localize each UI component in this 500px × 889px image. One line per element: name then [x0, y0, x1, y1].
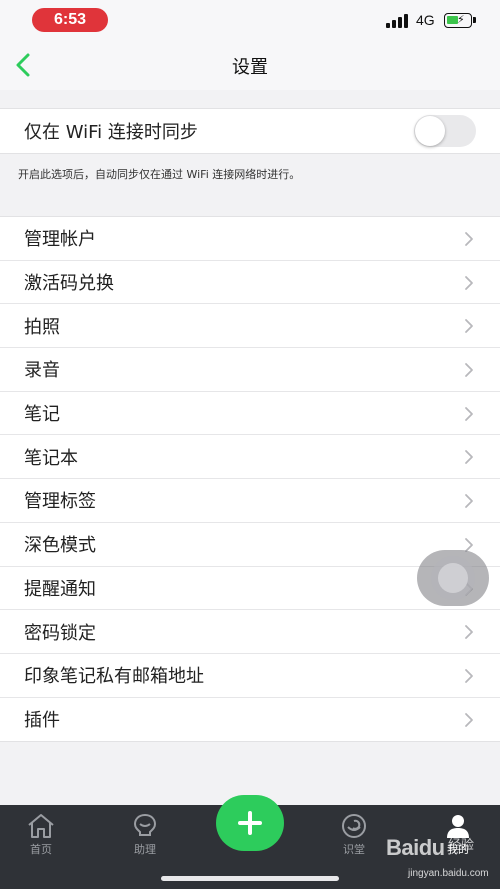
- settings-row-label: 密码锁定: [24, 622, 96, 644]
- add-note-button[interactable]: [216, 795, 284, 851]
- tab-assistant[interactable]: 助理: [115, 813, 175, 857]
- settings-row[interactable]: 插件: [0, 698, 500, 742]
- settings-row[interactable]: 笔记本: [0, 435, 500, 480]
- settings-row[interactable]: 密码锁定: [0, 610, 500, 654]
- home-indicator[interactable]: [161, 876, 339, 881]
- tab-assistant-label: 助理: [134, 843, 156, 856]
- status-bar: 6:53 4G ⚡: [0, 0, 500, 40]
- baidu-watermark-url: jingyan.baidu.com: [408, 868, 489, 879]
- chevron-right-icon: [465, 232, 473, 246]
- settings-row[interactable]: 激活码兑换: [0, 261, 500, 305]
- settings-row-label: 深色模式: [24, 535, 96, 557]
- chevron-right-icon: [465, 363, 473, 377]
- tab-learning[interactable]: 识堂: [324, 813, 384, 857]
- settings-row[interactable]: 管理标签: [0, 479, 500, 523]
- toggle-knob: [415, 116, 445, 146]
- chevron-right-icon: [465, 494, 473, 509]
- settings-row-label: 管理标签: [24, 491, 96, 513]
- settings-row-label: 笔记: [24, 404, 60, 426]
- settings-row[interactable]: 笔记: [0, 392, 500, 436]
- chevron-right-icon: [465, 450, 473, 465]
- settings-row-label: 印象笔记私有邮箱地址: [24, 666, 204, 688]
- chevron-right-icon: [465, 712, 473, 727]
- chevron-right-icon: [465, 319, 473, 334]
- settings-row[interactable]: 管理帐户: [0, 217, 500, 261]
- assistive-touch-button[interactable]: [417, 550, 489, 606]
- learning-icon: [342, 814, 366, 838]
- tab-home-label: 首页: [30, 843, 52, 856]
- settings-row-label: 激活码兑换: [24, 273, 114, 295]
- settings-row-label: 笔记本: [24, 447, 78, 469]
- cellular-signal-icon: [386, 14, 412, 28]
- wifi-sync-hint: 开启此选项后，自动同步仅在通过 WiFi 连接网络时进行。: [18, 168, 301, 181]
- nav-bar: 设置: [0, 40, 500, 90]
- settings-row[interactable]: 录音: [0, 348, 500, 392]
- settings-row-label: 管理帐户: [24, 229, 96, 251]
- baidu-watermark-logo: Baidu: [386, 835, 445, 860]
- status-time[interactable]: 6:53: [32, 8, 108, 32]
- wifi-sync-label: 仅在 WiFi 连接时同步: [24, 121, 198, 143]
- baidu-watermark-suffix: 经验: [448, 838, 475, 853]
- battery-icon: ⚡: [444, 13, 476, 28]
- page-title: 设置: [232, 57, 268, 78]
- home-icon: [28, 814, 54, 838]
- plus-icon: [238, 811, 262, 835]
- wifi-sync-row: 仅在 WiFi 连接时同步: [0, 109, 500, 153]
- settings-row-label: 提醒通知: [24, 578, 96, 600]
- settings-row[interactable]: 印象笔记私有邮箱地址: [0, 654, 500, 698]
- settings-list: 管理帐户激活码兑换拍照录音笔记笔记本管理标签深色模式提醒通知密码锁定印象笔记私有…: [0, 216, 500, 743]
- wifi-sync-toggle[interactable]: [414, 115, 476, 147]
- chevron-right-icon: [465, 406, 473, 421]
- settings-row-label: 录音: [24, 360, 60, 382]
- chevron-right-icon: [465, 625, 473, 640]
- chevron-right-icon: [465, 668, 473, 683]
- settings-row-label: 插件: [24, 710, 60, 732]
- wifi-sync-section: 仅在 WiFi 连接时同步: [0, 108, 500, 154]
- settings-row-label: 拍照: [24, 316, 60, 338]
- tab-learning-label: 识堂: [343, 843, 365, 856]
- tab-home[interactable]: 首页: [11, 813, 71, 857]
- chevron-right-icon: [465, 275, 473, 290]
- settings-row[interactable]: 拍照: [0, 304, 500, 349]
- network-type: 4G: [416, 12, 435, 28]
- assistant-icon: [133, 813, 157, 836]
